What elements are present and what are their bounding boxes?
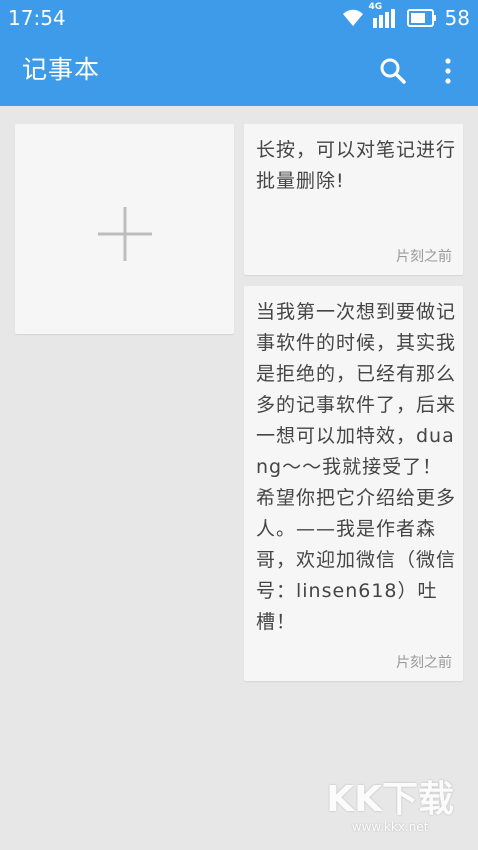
network-label: 4G xyxy=(368,2,383,12)
watermark-logo: KK下载 www.kkx.net xyxy=(326,779,454,835)
status-icons: 4G 58 xyxy=(341,2,470,30)
note-card[interactable]: 长按，可以对笔记进行批量删除! 片刻之前 xyxy=(244,124,463,275)
note-card[interactable]: 当我第一次想到要做记事软件的时候，其实我是拒绝的，已经有那么多的记事软件了，后来… xyxy=(244,286,463,681)
signal-icon: 4G xyxy=(369,2,397,28)
watermark-url: www.kkx.net xyxy=(351,820,429,834)
battery-icon xyxy=(406,9,437,27)
add-note-button[interactable] xyxy=(15,124,234,334)
note-timestamp: 片刻之前 xyxy=(396,249,452,265)
note-timestamp: 片刻之前 xyxy=(396,655,452,671)
watermark-text: KK下载 xyxy=(326,779,454,820)
plus-icon xyxy=(98,207,152,261)
search-icon[interactable] xyxy=(378,56,408,86)
note-text: 当我第一次想到要做记事软件的时候，其实我是拒绝的，已经有那么多的记事软件了，后来… xyxy=(256,301,457,633)
more-vert-icon[interactable] xyxy=(436,56,460,86)
status-time: 17:54 xyxy=(8,6,66,30)
app-header: 17:54 4G 58 记事本 xyxy=(0,0,478,106)
status-bar: 17:54 4G 58 xyxy=(0,0,478,36)
toolbar: 记事本 xyxy=(0,36,478,106)
battery-level: 58 xyxy=(444,6,470,30)
page-title: 记事本 xyxy=(22,55,101,84)
wifi-icon xyxy=(341,8,365,28)
note-text: 长按，可以对笔记进行批量删除! xyxy=(256,139,457,192)
